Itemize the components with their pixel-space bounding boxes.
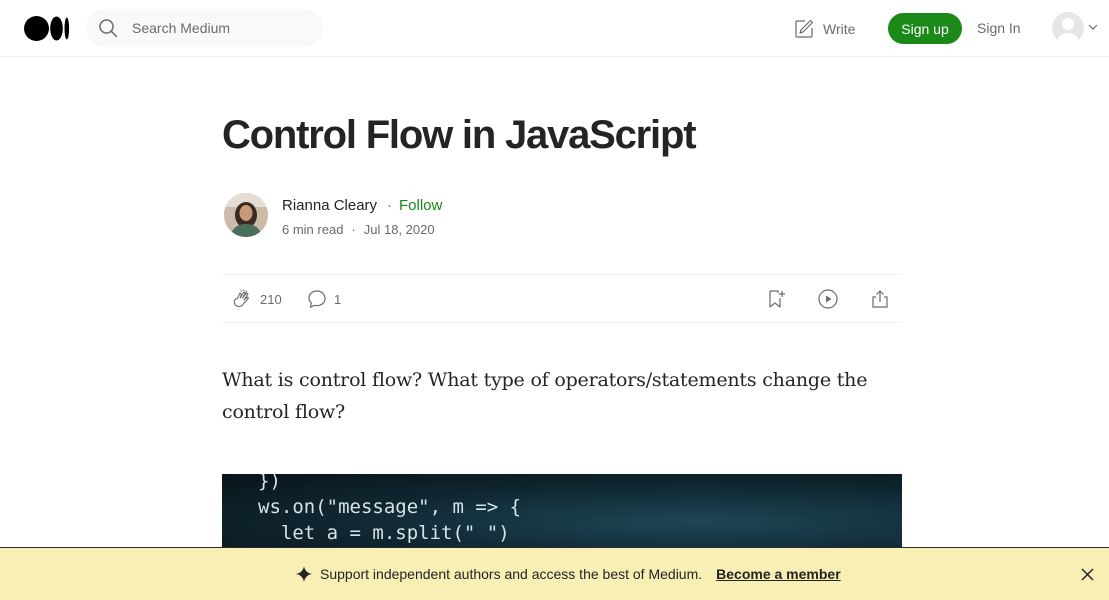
follow-button[interactable]: Follow [399, 197, 442, 214]
comment-count: 1 [334, 291, 342, 307]
user-avatar-button[interactable] [1052, 12, 1084, 44]
clap-icon [233, 289, 250, 308]
read-time: 6 min read [282, 222, 344, 237]
sparkle-icon [296, 566, 312, 582]
share-icon[interactable] [869, 288, 891, 310]
article-action-bar: 210 1 [222, 274, 902, 323]
top-navbar: Write Sign up Sign In [0, 0, 1109, 57]
article-title: Control Flow in JavaScript [222, 113, 697, 157]
publish-date: Jul 18, 2020 [363, 222, 435, 237]
comment-button[interactable]: 1 [306, 288, 341, 310]
sign-up-label: Sign up [901, 20, 949, 37]
write-icon [795, 19, 814, 38]
chevron-down-icon[interactable] [1088, 22, 1098, 32]
article-intro-paragraph: What is control flow? What type of opera… [222, 369, 868, 423]
code-line-3: let a = m.split(" ") [258, 522, 510, 544]
meta-separator: · [351, 222, 356, 237]
search-input[interactable] [132, 19, 312, 37]
code-line-1: }) [258, 474, 281, 492]
clap-button[interactable]: 210 [232, 288, 282, 310]
code-snippet: }) ws.on("message", m => { let a = m.spl… [258, 474, 521, 546]
play-icon[interactable] [817, 288, 839, 310]
write-button[interactable]: Write [793, 16, 855, 42]
sign-in-link[interactable]: Sign In [977, 20, 1021, 36]
article-meta: 6 min read · Jul 18, 2020 [282, 222, 435, 237]
comment-icon [308, 290, 326, 308]
become-member-link[interactable]: Become a member [716, 566, 841, 582]
write-label: Write [823, 21, 856, 37]
search-icon [99, 19, 118, 38]
clap-count: 210 [260, 291, 282, 307]
bookmark-add-icon[interactable] [765, 288, 787, 310]
article-hero-image: }) ws.on("message", m => { let a = m.spl… [222, 474, 902, 554]
user-icon [1056, 18, 1080, 44]
follow-separator: · [387, 197, 392, 214]
author-avatar[interactable] [224, 193, 268, 237]
author-photo [224, 193, 268, 237]
close-icon[interactable] [1080, 567, 1095, 582]
banner-content: Support independent authors and access t… [296, 566, 841, 582]
sign-up-button[interactable]: Sign up [888, 13, 962, 44]
medium-logo[interactable] [24, 16, 70, 41]
membership-banner: Support independent authors and access t… [0, 547, 1109, 600]
author-name[interactable]: Rianna Cleary [282, 197, 377, 214]
banner-text: Support independent authors and access t… [320, 566, 703, 582]
code-line-2: ws.on("message", m => { [258, 496, 522, 518]
search-bar[interactable] [86, 9, 323, 47]
